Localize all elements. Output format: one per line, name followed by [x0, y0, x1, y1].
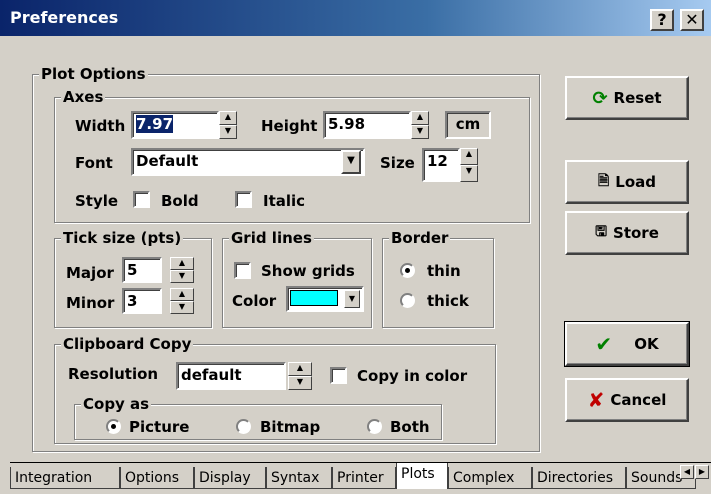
height-spinner[interactable]: ▲ ▼ [411, 111, 429, 139]
spin-down-icon[interactable]: ▼ [170, 270, 194, 283]
grid-lines-group: Grid lines [222, 229, 372, 328]
bold-checkbox[interactable] [133, 191, 150, 208]
both-label: Both [390, 418, 430, 436]
clipboard-copy-title: Clipboard Copy [61, 335, 194, 353]
spin-up-icon[interactable]: ▲ [170, 257, 194, 270]
axes-title: Axes [61, 88, 106, 106]
file-icon: 🗎 [598, 173, 610, 189]
minor-spinner[interactable]: ▲ ▼ [170, 288, 194, 314]
store-label: Store [613, 224, 659, 242]
store-button[interactable]: 🖫 Store [565, 211, 689, 255]
width-label: Width [75, 117, 126, 135]
color-swatch [290, 290, 338, 306]
tab-scroll-left-icon[interactable]: ◀ [680, 465, 694, 479]
save-icon: 🖫 [595, 224, 608, 240]
load-button[interactable]: 🗎 Load [565, 160, 689, 204]
thin-radio[interactable] [400, 263, 415, 278]
show-grids-label: Show grids [261, 262, 355, 280]
checkmark-icon: ✔ [595, 332, 613, 356]
italic-label: Italic [263, 192, 306, 210]
height-input[interactable]: 5.98 [323, 111, 411, 139]
cancel-label: Cancel [610, 391, 667, 409]
show-grids-checkbox[interactable] [234, 262, 251, 279]
width-value: 7.97 [136, 115, 174, 133]
refresh-icon: ⟳ [592, 87, 608, 109]
chevron-down-icon[interactable]: ▼ [341, 150, 361, 174]
style-label: Style [75, 192, 119, 210]
size-label: Size [380, 154, 415, 172]
cancel-button[interactable]: ✘ Cancel [565, 378, 689, 422]
spin-down-icon[interactable]: ▼ [460, 165, 478, 182]
bitmap-label: Bitmap [260, 418, 321, 436]
window-title: Preferences [10, 8, 119, 27]
spin-down-icon[interactable]: ▼ [170, 301, 194, 314]
spin-up-icon[interactable]: ▲ [288, 362, 312, 376]
reset-label: Reset [613, 89, 662, 107]
tab-syntax[interactable]: Syntax [266, 467, 332, 489]
chevron-down-icon[interactable]: ▼ [344, 290, 360, 308]
ok-button[interactable]: ✔ OK [564, 321, 690, 367]
spin-down-icon[interactable]: ▼ [219, 125, 237, 139]
picture-radio[interactable] [106, 419, 121, 434]
spin-up-icon[interactable]: ▲ [411, 111, 429, 125]
load-label: Load [615, 173, 656, 191]
italic-checkbox[interactable] [235, 191, 252, 208]
tab-integration[interactable]: Integration [10, 467, 120, 489]
font-label: Font [75, 154, 113, 172]
unit-label: cm [445, 111, 491, 139]
tab-printer[interactable]: Printer [332, 467, 396, 489]
copy-in-color-label: Copy in color [357, 367, 468, 385]
title-bar[interactable]: Preferences ? ✕ [0, 0, 711, 36]
border-group: Border [382, 229, 494, 328]
bitmap-radio[interactable] [236, 419, 251, 434]
tab-plots[interactable]: Plots [396, 463, 448, 489]
ok-label: OK [634, 335, 659, 353]
grid-color-label: Color [232, 292, 277, 310]
bold-label: Bold [161, 192, 199, 210]
thin-label: thin [427, 262, 461, 280]
major-input[interactable]: 5 [122, 257, 162, 283]
spin-up-icon[interactable]: ▲ [460, 148, 478, 165]
height-label: Height [261, 117, 318, 135]
border-title: Border [389, 229, 451, 247]
resolution-input[interactable]: default [176, 362, 286, 390]
grid-color-select[interactable]: ▼ [286, 286, 364, 312]
spin-down-icon[interactable]: ▼ [288, 376, 312, 390]
resolution-label: Resolution [68, 365, 159, 383]
grid-lines-title: Grid lines [229, 229, 314, 247]
tab-options[interactable]: Options [120, 467, 194, 489]
tab-display[interactable]: Display [194, 467, 266, 489]
tab-scroll-right-icon[interactable]: ▶ [695, 465, 709, 479]
x-icon: ✘ [587, 388, 605, 412]
help-button[interactable]: ? [650, 9, 674, 31]
close-button[interactable]: ✕ [680, 9, 704, 31]
tick-size-group: Tick size (pts) [54, 229, 212, 328]
resolution-spinner[interactable]: ▲ ▼ [288, 362, 312, 390]
minor-input[interactable]: 3 [122, 288, 162, 314]
tick-size-title: Tick size (pts) [61, 229, 184, 247]
minor-label: Minor [66, 294, 115, 312]
major-label: Major [66, 264, 114, 282]
width-spinner[interactable]: ▲ ▼ [219, 111, 237, 139]
font-select[interactable]: Default [131, 148, 365, 176]
spin-down-icon[interactable]: ▼ [411, 125, 429, 139]
reset-button[interactable]: ⟳ Reset [565, 76, 689, 120]
plot-options-title: Plot Options [39, 65, 148, 83]
major-spinner[interactable]: ▲ ▼ [170, 257, 194, 283]
thick-radio[interactable] [400, 293, 415, 308]
tab-strip: Integration Options Display Syntax Print… [10, 462, 711, 490]
both-radio[interactable] [367, 419, 382, 434]
tab-directories[interactable]: Directories [532, 467, 626, 489]
spin-up-icon[interactable]: ▲ [219, 111, 237, 125]
spin-up-icon[interactable]: ▲ [170, 288, 194, 301]
size-input[interactable]: 12 [422, 148, 460, 182]
picture-label: Picture [129, 418, 190, 436]
size-spinner[interactable]: ▲ ▼ [460, 148, 478, 182]
thick-label: thick [427, 292, 469, 310]
tab-complex[interactable]: Complex [448, 467, 532, 489]
copy-in-color-checkbox[interactable] [330, 367, 347, 384]
width-input[interactable]: 7.97 [131, 111, 219, 139]
copy-as-title: Copy as [81, 395, 152, 413]
